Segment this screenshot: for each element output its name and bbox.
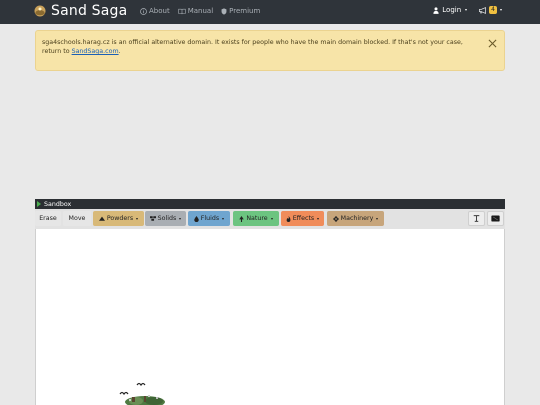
navbar: Sand Saga About Manual Premium Login 4: [0, 0, 540, 24]
powders-dropdown[interactable]: Powders: [93, 211, 144, 226]
login-dropdown[interactable]: Login: [433, 6, 468, 14]
effects-label: Effects: [292, 215, 315, 222]
sandbox-canvas[interactable]: [35, 229, 505, 405]
erase-button[interactable]: Erase: [35, 211, 61, 226]
info-circle-icon: [140, 7, 147, 15]
chevron-down-icon: [179, 217, 182, 220]
sandsaga-link[interactable]: SandSaga.com: [72, 48, 119, 55]
solids-dropdown[interactable]: Solids: [145, 211, 186, 226]
login-label: Login: [442, 6, 462, 14]
chevron-down-icon: [317, 217, 320, 220]
brand[interactable]: Sand Saga: [34, 3, 127, 19]
brand-title: Sand Saga: [51, 3, 128, 19]
tree-icon: [239, 215, 245, 222]
close-icon[interactable]: [488, 39, 497, 48]
effects-dropdown[interactable]: Effects: [281, 211, 324, 226]
move-label: Move: [68, 215, 86, 222]
move-button[interactable]: Move: [63, 211, 91, 226]
book-icon: [178, 8, 186, 14]
domain-alert: sga4schools.harag.cz is an official alte…: [35, 30, 505, 71]
nav-link-manual-label: Manual: [187, 7, 214, 15]
nature-label: Nature: [246, 215, 268, 222]
nature-dropdown[interactable]: Nature: [233, 211, 279, 226]
chevron-down-icon: [222, 217, 225, 220]
droplet-icon: [194, 215, 199, 222]
nav-link-manual[interactable]: Manual: [178, 7, 213, 15]
chevron-down-icon: [270, 217, 273, 220]
tree-cluster: [125, 395, 165, 405]
notifications-dropdown[interactable]: 4: [479, 6, 502, 14]
sand-saga-logo-icon: [34, 5, 46, 17]
powder-pile-icon: [98, 216, 105, 221]
chevron-down-icon: [500, 9, 502, 11]
chevron-down-icon: [376, 217, 379, 220]
powders-label: Powders: [106, 215, 134, 222]
machinery-dropdown[interactable]: Machinery: [327, 211, 384, 226]
nav-link-about[interactable]: About: [140, 7, 170, 15]
bird-icon: [119, 391, 129, 396]
notification-count-badge: 4: [489, 6, 497, 14]
nav-right: Login 4: [433, 6, 502, 14]
user-icon: [433, 6, 439, 14]
bird-icon: [136, 382, 146, 387]
bricks-icon: [149, 216, 156, 221]
nav-link-about-label: About: [149, 7, 170, 15]
fire-icon: [286, 215, 291, 222]
dark-mode-toggle[interactable]: [487, 211, 504, 226]
nav-link-premium[interactable]: Premium: [221, 7, 260, 15]
chevron-down-icon: [136, 217, 139, 220]
fluids-dropdown[interactable]: Fluids: [188, 211, 230, 226]
fluids-label: Fluids: [200, 215, 220, 222]
pen-size-button[interactable]: [468, 211, 485, 226]
sandbox-title: Sandbox: [44, 200, 72, 208]
solids-label: Solids: [157, 215, 177, 222]
megaphone-icon: [479, 6, 487, 14]
machinery-label: Machinery: [340, 215, 374, 222]
cursor-size-icon: [473, 215, 480, 222]
sandbox-drawing: [119, 382, 165, 405]
monitor-icon: [491, 215, 500, 222]
sandbox-toolbar: Erase Move Powders Solids Fluids Nature …: [35, 209, 505, 229]
erase-label: Erase: [39, 215, 57, 222]
sandbox-header[interactable]: Sandbox: [35, 199, 505, 209]
alert-message: sga4schools.harag.cz is an official alte…: [42, 38, 482, 56]
chevron-down-icon: [465, 9, 468, 11]
nav-link-premium-label: Premium: [229, 7, 261, 15]
alert-text-end: .: [118, 48, 121, 55]
shield-icon: [221, 7, 227, 15]
play-triangle-icon: [37, 201, 41, 207]
gear-icon: [332, 215, 339, 222]
nav-links: About Manual Premium: [140, 7, 260, 15]
